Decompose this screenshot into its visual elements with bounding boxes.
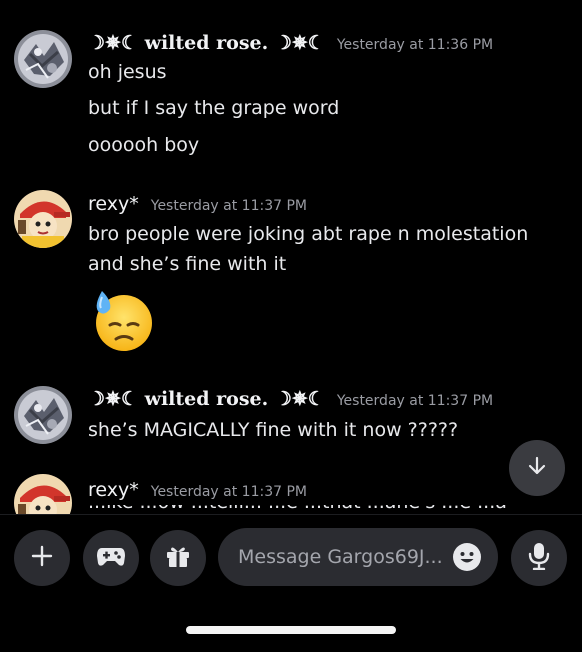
author-name[interactable]: rexy* [88,193,139,215]
message-text: she’s MAGICALLY fine with it now ????? [88,419,459,441]
gamepad-icon [96,544,126,572]
avatar[interactable] [14,386,72,444]
emoji-button[interactable] [452,542,482,572]
avatar[interactable] [14,190,72,248]
message-text: oooooh boy [88,134,200,156]
gift-icon [165,543,191,573]
arrow-down-icon [526,455,548,481]
downcast-face-with-sweat-emoji[interactable] [88,287,156,355]
gift-button[interactable] [150,530,206,586]
message-header: ☽✵☾ wilted rose. ☽✵☾ Yesterday at 11:37 … [88,388,493,410]
jump-to-latest-button[interactable] [509,440,565,496]
timestamp: Yesterday at 11:37 PM [336,393,494,409]
add-attachment-button[interactable] [14,530,70,586]
message-input[interactable] [238,546,448,568]
message-text-clipped: ...ike ...ow ...telli... ...e ...that ..… [88,505,508,513]
message-text: oh jesus [88,61,167,83]
smiley-icon [452,543,482,576]
avatar[interactable] [14,30,72,88]
author-name[interactable]: rexy* [88,479,139,501]
composer-divider [0,514,582,515]
message-header: ☽✵☾ wilted rose. ☽✵☾ Yesterday at 11:36 … [88,32,493,54]
avatar[interactable] [14,474,72,514]
timestamp: Yesterday at 11:37 PM [150,198,307,214]
voice-message-button[interactable] [511,530,567,586]
message-text: and she’s fine with it [88,253,287,275]
apps-button[interactable] [83,530,139,586]
message-composer[interactable] [218,528,498,586]
message-text: bro people were joking abt rape n molest… [88,223,529,245]
author-name[interactable]: ☽✵☾ wilted rose. ☽✵☾ [88,32,325,54]
avatar-clip [14,474,72,514]
message-header: rexy* Yesterday at 11:37 PM [88,193,307,215]
home-indicator[interactable] [186,626,396,634]
plus-icon [30,544,54,572]
author-name[interactable]: ☽✵☾ wilted rose. ☽✵☾ [88,388,325,410]
timestamp: Yesterday at 11:37 PM [150,484,307,500]
message-text: ...ike ...ow ...telli... ...e ...that ..… [88,505,508,513]
message-header: rexy* Yesterday at 11:37 PM [88,479,307,501]
message-text: but if I say the grape word [88,97,340,119]
microphone-icon [528,542,550,574]
timestamp: Yesterday at 11:36 PM [336,37,494,53]
